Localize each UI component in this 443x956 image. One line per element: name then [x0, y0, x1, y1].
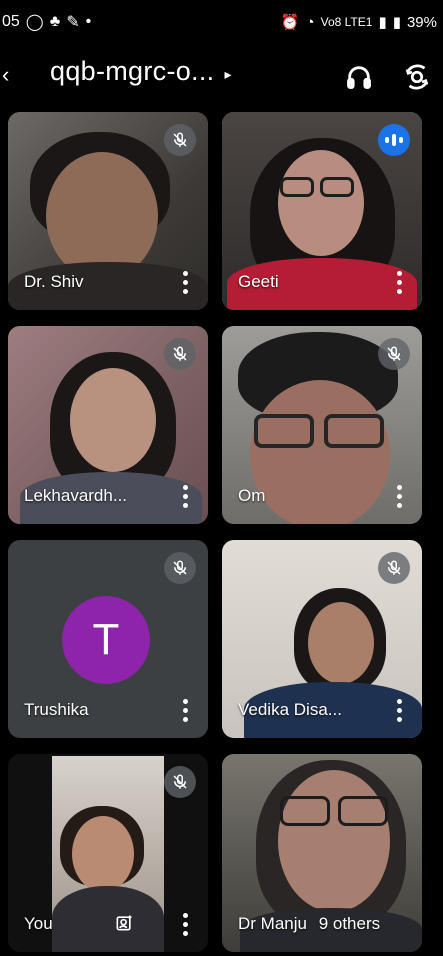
signal-text: Vo8 LTE1: [320, 15, 373, 29]
participant-tile-geeti[interactable]: Geeti: [222, 112, 422, 310]
whatsapp-icon: ◯: [25, 14, 44, 31]
more-options-icon[interactable]: [390, 482, 408, 510]
status-bar: 05 ◯ ♣ ✎ • ⏰ ◔ Vo8 LTE1 ▮ ▮ 39%: [0, 0, 443, 44]
signal-icon-2: ▮: [392, 14, 401, 31]
meeting-title: qqb-mgrc-o...: [50, 56, 215, 86]
others-count: 9 others: [318, 914, 381, 933]
dot-icon: •: [85, 13, 92, 30]
signal-icon: ▮: [378, 14, 387, 31]
meeting-header: ‹ qqb-mgrc-o... ▸: [0, 44, 443, 110]
participant-name: Vedika Disa...: [238, 700, 342, 719]
glasses-lens-left: [254, 414, 314, 448]
camera-flip-icon[interactable]: [400, 60, 434, 94]
participant-tile-dr-shiv[interactable]: Dr. Shiv: [8, 112, 208, 310]
speaking-indicator-icon: [378, 124, 410, 156]
glasses-lens-right: [324, 414, 384, 448]
more-options-icon[interactable]: [176, 910, 194, 938]
mic-off-icon: [164, 338, 196, 370]
more-options-icon[interactable]: [390, 268, 408, 296]
back-arrow-icon[interactable]: ‹: [2, 62, 9, 88]
more-options-icon[interactable]: [390, 696, 408, 724]
more-options-icon[interactable]: [176, 482, 194, 510]
participant-name: Trushika: [24, 700, 89, 719]
participant-name: Om: [238, 486, 266, 505]
headphones-icon[interactable]: [342, 60, 376, 94]
participant-tile-vedika[interactable]: Vedika Disa...: [222, 540, 422, 738]
mic-off-icon: [164, 124, 196, 156]
participant-tile-lekhavardh[interactable]: Lekhavardh...: [8, 326, 208, 524]
participant-name: You: [24, 914, 53, 933]
participant-name: Geeti: [238, 272, 279, 291]
participant-name: Dr Manju 9 others: [238, 914, 380, 934]
glasses-lens-left: [280, 796, 330, 826]
avatar: T: [62, 596, 150, 684]
participant-name-text: Dr Manju: [238, 914, 307, 933]
mic-off-icon: [164, 766, 196, 798]
more-options-icon[interactable]: [176, 696, 194, 724]
self-view-icon[interactable]: [109, 908, 139, 938]
glasses-lens-right: [320, 177, 354, 197]
chevron-right-icon: ▸: [224, 66, 232, 82]
mic-off-icon: [378, 552, 410, 584]
notification-icon-2: ✎: [66, 14, 80, 31]
participant-tile-you[interactable]: You: [8, 754, 208, 952]
more-options-icon[interactable]: [176, 268, 194, 296]
meeting-title-button[interactable]: qqb-mgrc-o... ▸: [50, 56, 231, 87]
wifi-icon: ◔: [305, 13, 315, 31]
mic-off-icon: [378, 338, 410, 370]
mic-off-icon: [164, 552, 196, 584]
participant-tile-trushika[interactable]: T Trushika: [8, 540, 208, 738]
notification-icon: ♣: [49, 13, 61, 30]
glasses-lens-right: [338, 796, 388, 826]
participant-name: Lekhavardh...: [24, 486, 128, 505]
participant-name: Dr. Shiv: [24, 272, 84, 291]
participants-grid: Dr. Shiv Geeti Lekhavardh... Om T Trushi…: [0, 110, 443, 956]
glasses-lens-left: [280, 177, 314, 197]
battery-text: 39%: [406, 13, 437, 31]
alarm-icon: ⏰: [280, 14, 300, 31]
status-time: 05: [2, 13, 20, 30]
participant-tile-om[interactable]: Om: [222, 326, 422, 524]
participant-tile-group[interactable]: Dr Manju 9 others: [222, 754, 422, 952]
